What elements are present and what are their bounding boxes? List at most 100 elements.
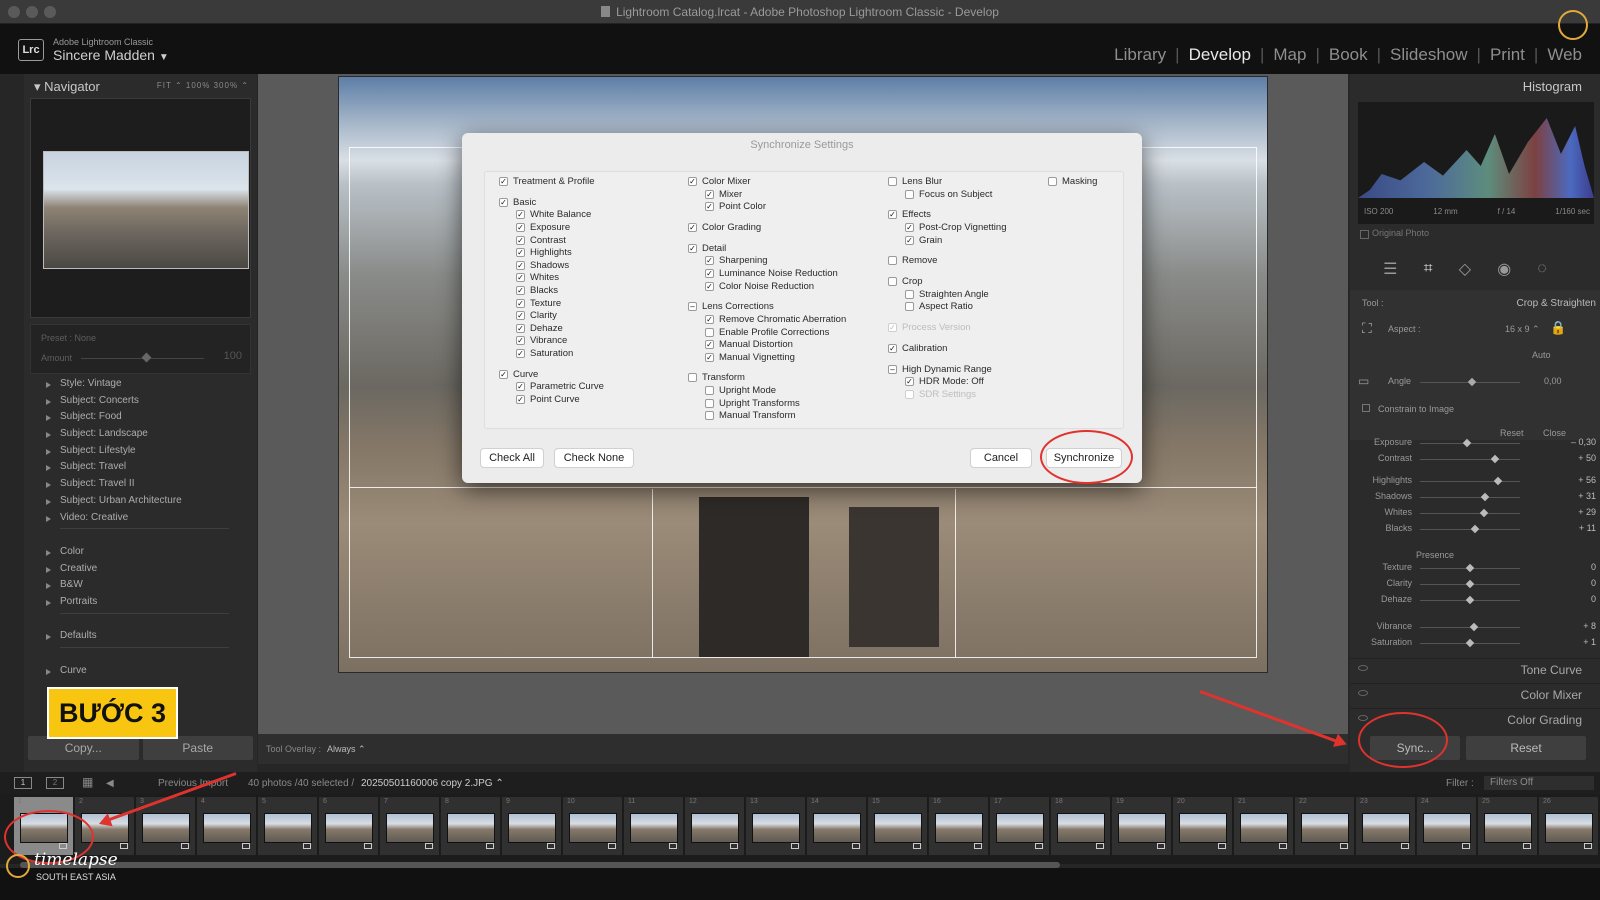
slider-knob[interactable]: [1480, 492, 1490, 502]
slider-value[interactable]: 0: [1591, 594, 1596, 604]
checkmark-icon[interactable]: ✓: [705, 268, 714, 278]
setting-checkbox[interactable]: – Lens Corrections: [688, 301, 846, 314]
slider-saturation[interactable]: Saturation + 1: [1350, 637, 1600, 653]
checkmark-icon[interactable]: ✓: [705, 340, 714, 350]
setting-checkbox[interactable]: ✓ Post-Crop Vignetting: [905, 222, 1007, 235]
grid-icon[interactable]: ▦: [82, 775, 93, 789]
checkmark-icon[interactable]: ✓: [516, 348, 525, 358]
checkmark-icon[interactable]: ✓: [516, 382, 525, 392]
setting-checkbox[interactable]: Manual Transform: [705, 410, 846, 423]
setting-checkbox[interactable]: ✓ Mixer: [705, 189, 846, 202]
module-book[interactable]: Book: [1329, 45, 1368, 65]
setting-checkbox[interactable]: ✓ Texture: [516, 298, 604, 311]
setting-checkbox[interactable]: ✓ HDR Mode: Off: [905, 376, 1007, 389]
checkmark-icon[interactable]: ✓: [705, 256, 714, 266]
checkmark-icon[interactable]: ✓: [499, 369, 508, 379]
slider-value[interactable]: 0: [1591, 578, 1596, 588]
disclosure-triangle-icon[interactable]: [46, 432, 51, 439]
setting-checkbox[interactable]: ✓ Luminance Noise Reduction: [705, 268, 846, 281]
module-library[interactable]: Library: [1114, 45, 1166, 65]
eraser-icon[interactable]: ◇: [1459, 259, 1471, 279]
slider-exposure[interactable]: Exposure – 0,30: [1350, 437, 1600, 453]
setting-checkbox[interactable]: ✓ Color Mixer: [688, 176, 846, 189]
slider-value[interactable]: + 56: [1578, 475, 1596, 485]
navigator-zoom-options[interactable]: FIT ⌃ 100% 300% ⌃: [157, 81, 249, 90]
checkmark-icon[interactable]: ✓: [888, 323, 897, 333]
setting-checkbox[interactable]: ✓ Point Curve: [516, 394, 604, 407]
setting-checkbox[interactable]: ✓ Detail: [688, 243, 846, 256]
tool-overlay-select[interactable]: Always ⌃: [327, 744, 366, 754]
navigator-header[interactable]: ▾ Navigator FIT ⌃ 100% 300% ⌃: [24, 74, 257, 98]
filmstrip-thumbnail[interactable]: 13: [746, 797, 806, 855]
copy-button[interactable]: Copy...: [28, 736, 139, 760]
slider-knob[interactable]: [1465, 563, 1475, 573]
setting-checkbox[interactable]: Straighten Angle: [905, 289, 1007, 302]
edit-sliders-icon[interactable]: ☰: [1383, 259, 1397, 279]
setting-checkbox[interactable]: ✓ Vibrance: [516, 335, 604, 348]
masking-icon[interactable]: ◌: [1537, 260, 1547, 278]
secondary-window-button[interactable]: 2: [46, 777, 64, 789]
disclosure-triangle-icon[interactable]: [46, 549, 51, 556]
empty-checkbox-icon[interactable]: [905, 189, 914, 199]
checkmark-icon[interactable]: ✓: [905, 377, 914, 387]
setting-checkbox[interactable]: ✓ White Balance: [516, 209, 604, 222]
disclosure-triangle-icon[interactable]: [46, 382, 51, 388]
setting-checkbox[interactable]: Masking: [1048, 176, 1097, 189]
slider-whites[interactable]: Whites + 29: [1350, 507, 1600, 523]
setting-checkbox[interactable]: ✓ Whites: [516, 272, 604, 285]
checkmark-icon[interactable]: ✓: [499, 197, 508, 207]
aspect-select[interactable]: 16 x 9 ⌃: [1505, 324, 1540, 335]
filmstrip-thumbnail[interactable]: 10: [563, 797, 623, 855]
current-filename[interactable]: 20250501160006 copy 2.JPG ⌃: [361, 778, 504, 789]
filmstrip-thumbnail[interactable]: 25: [1478, 797, 1538, 855]
preset-folder[interactable]: Curve: [24, 665, 257, 682]
slider-track[interactable]: [1420, 481, 1520, 482]
preset-folder[interactable]: Subject: Lifestyle: [24, 445, 257, 462]
filmstrip-thumbnail[interactable]: 4: [197, 797, 257, 855]
preset-folder[interactable]: Video: Creative: [24, 512, 257, 529]
lock-icon[interactable]: 🔒: [1550, 320, 1566, 336]
filmstrip-thumbnail[interactable]: 26: [1539, 797, 1599, 855]
filmstrip-thumbnail[interactable]: 24: [1417, 797, 1477, 855]
checkmark-icon[interactable]: ✓: [688, 222, 697, 232]
disclosure-triangle-icon[interactable]: [46, 398, 51, 405]
check-all-button[interactable]: Check All: [480, 448, 544, 468]
checkmark-icon[interactable]: ✓: [516, 260, 525, 270]
empty-checkbox-icon[interactable]: [705, 327, 714, 337]
setting-checkbox[interactable]: Focus on Subject: [905, 189, 1007, 202]
module-web[interactable]: Web: [1547, 45, 1582, 65]
preset-folder[interactable]: Subject: Urban Architecture: [24, 495, 257, 512]
slider-knob[interactable]: [1479, 508, 1489, 518]
crop-tool-icon[interactable]: ⌗: [1424, 260, 1433, 278]
setting-checkbox[interactable]: – High Dynamic Range: [888, 364, 1007, 377]
setting-checkbox[interactable]: ✓ Saturation: [516, 348, 604, 361]
slider-vibrance[interactable]: Vibrance + 8: [1350, 621, 1600, 637]
checkmark-icon[interactable]: ✓: [516, 336, 525, 346]
slider-value[interactable]: + 1: [1583, 637, 1596, 647]
angle-value[interactable]: 0,00: [1544, 376, 1562, 386]
constrain-checkbox[interactable]: [1362, 404, 1370, 412]
disclosure-triangle-icon[interactable]: [46, 583, 51, 590]
amount-slider-knob[interactable]: [141, 352, 152, 363]
setting-checkbox[interactable]: Upright Transforms: [705, 398, 846, 411]
preset-folder[interactable]: Subject: Concerts: [24, 395, 257, 412]
filmstrip-thumbnail[interactable]: 9: [502, 797, 562, 855]
checkmark-icon[interactable]: ✓: [705, 202, 714, 212]
checkmark-icon[interactable]: ✓: [705, 352, 714, 362]
setting-checkbox[interactable]: ✓ Effects: [888, 209, 1007, 222]
paste-button[interactable]: Paste: [142, 736, 253, 760]
slider-knob[interactable]: [1465, 579, 1475, 589]
main-window-button[interactable]: 1: [14, 777, 32, 789]
empty-checkbox-icon[interactable]: [688, 373, 697, 383]
checkmark-icon[interactable]: ✓: [516, 210, 525, 220]
setting-checkbox[interactable]: Upright Mode: [705, 385, 846, 398]
preset-folder[interactable]: Subject: Food: [24, 411, 257, 428]
disclosure-triangle-icon[interactable]: [46, 634, 51, 641]
module-develop[interactable]: Develop: [1189, 45, 1251, 65]
slider-track[interactable]: [1420, 459, 1520, 460]
slider-knob[interactable]: [1465, 638, 1475, 648]
setting-checkbox[interactable]: ✓ Sharpening: [705, 255, 846, 268]
empty-checkbox-icon[interactable]: [888, 177, 897, 186]
checkmark-icon[interactable]: ✓: [705, 189, 714, 199]
module-slideshow[interactable]: Slideshow: [1390, 45, 1468, 65]
